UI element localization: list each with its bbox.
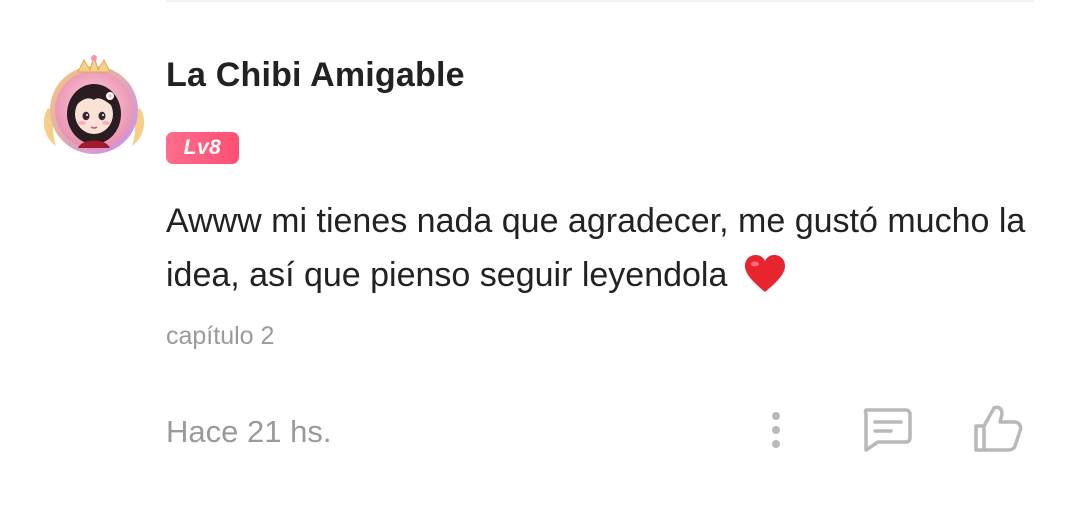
username[interactable]: La Chibi Amigable <box>166 56 465 95</box>
thumbs-up-icon[interactable] <box>970 402 1026 456</box>
comment-body: Awww mi tienes nada que agradecer, me gu… <box>166 202 1026 294</box>
chapter-link[interactable]: capítulo 2 <box>166 322 274 351</box>
avatar[interactable] <box>38 50 150 162</box>
comment-text: Awww mi tienes nada que agradecer, me gu… <box>166 194 1046 302</box>
more-options-icon[interactable] <box>758 406 794 454</box>
timestamp: Hace 21 hs. <box>166 414 332 449</box>
reply-icon[interactable] <box>858 404 914 454</box>
comment-card: La Chibi Amigable Lv8 Awww mi tienes nad… <box>0 0 1068 519</box>
heart-icon <box>743 254 787 294</box>
level-badge: Lv8 <box>166 132 239 164</box>
